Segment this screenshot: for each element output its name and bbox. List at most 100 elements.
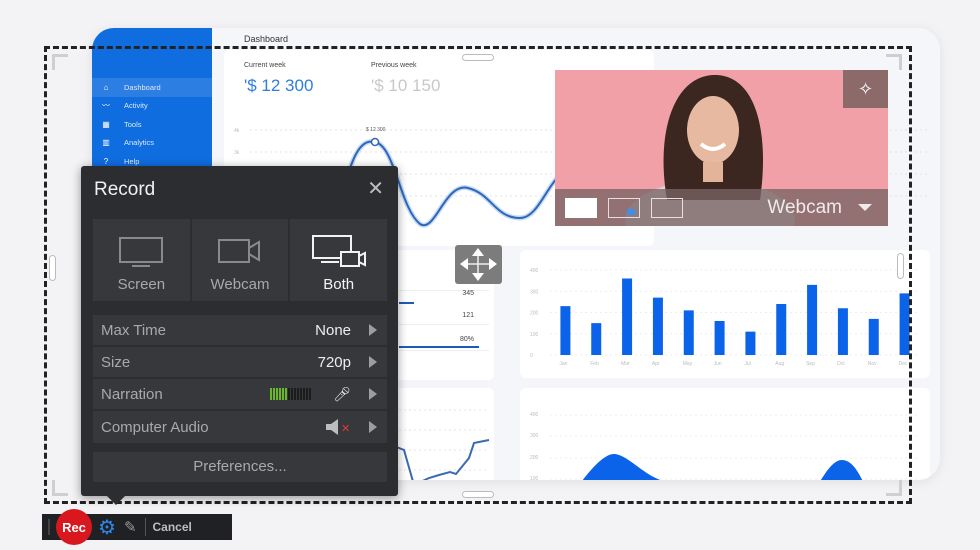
chevron-right-icon	[369, 388, 377, 400]
level-segment	[273, 388, 276, 400]
stat-value: 80%	[459, 336, 474, 343]
resize-corner-top-left[interactable]	[52, 54, 68, 70]
preferences-button[interactable]: Preferences...	[93, 452, 387, 482]
bar-feb	[591, 323, 602, 355]
stat-value: 345	[462, 290, 474, 297]
max-time-option[interactable]: Max Time None	[93, 315, 387, 345]
page-title: Dashboard	[244, 34, 289, 44]
area-series	[820, 460, 863, 480]
chevron-right-icon	[369, 324, 377, 336]
y-tick: 200	[530, 455, 539, 461]
y-tick-label: 100	[530, 332, 539, 338]
level-segment	[270, 388, 273, 400]
pencil-icon[interactable]: ✎	[124, 518, 137, 536]
resize-corner-bottom-right[interactable]	[886, 480, 902, 496]
svg-text:✕: ✕	[341, 423, 350, 435]
bar-may	[683, 310, 694, 355]
drag-grip[interactable]	[48, 519, 50, 535]
move-arrows-icon	[460, 248, 497, 281]
bar-dec	[899, 293, 910, 355]
resize-corner-bottom-left[interactable]	[52, 480, 68, 496]
x-tick-label: Mar	[621, 361, 630, 367]
webcam-preview[interactable]: ✧ Webcam	[555, 70, 888, 226]
x-tick-label: May	[683, 361, 693, 367]
chevron-right-icon	[369, 356, 377, 368]
resize-handle-top[interactable]	[462, 54, 494, 61]
record-mode-selector: Screen Webcam Both	[93, 219, 388, 301]
layout-screen-only-button[interactable]	[651, 198, 683, 218]
sidebar-item-label: Activity	[124, 101, 148, 111]
level-segment	[285, 388, 288, 400]
chevron-down-icon[interactable]	[858, 204, 872, 211]
x-tick-label: Oct	[837, 361, 845, 367]
help-icon: ?	[103, 156, 109, 166]
size-option[interactable]: Size 720p	[93, 347, 387, 377]
webcam-source-select[interactable]: Webcam	[767, 197, 842, 219]
mode-screen-button[interactable]: Screen	[93, 219, 190, 301]
narration-option[interactable]: Narration 🎤︎	[93, 379, 387, 409]
sidebar-item-activity[interactable]: 〰 Activity	[92, 97, 212, 116]
layout-webcam-only-button[interactable]	[565, 198, 597, 218]
peak-label: $ 12 300	[366, 127, 386, 133]
y-tick: 400	[530, 412, 539, 418]
y-tick: 3k	[234, 150, 240, 156]
divider	[144, 518, 146, 536]
webcam-controls-bar: Webcam	[555, 189, 888, 226]
sidebar-item-dashboard[interactable]: ⌂ Dashboard	[92, 78, 212, 97]
narration-level-meter	[270, 388, 312, 400]
bar-sep	[807, 284, 818, 355]
size-label: Size	[101, 353, 131, 371]
level-segment	[279, 388, 282, 400]
level-segment	[288, 388, 291, 400]
trend-line	[393, 439, 490, 480]
level-segment	[309, 388, 312, 400]
bar-aug	[776, 304, 787, 355]
previous-week-value: '$ 10 150	[371, 76, 441, 95]
bar-jul	[745, 331, 756, 355]
level-segment	[282, 388, 285, 400]
dialog-pointer	[107, 496, 125, 505]
gear-icon[interactable]: ⚙	[98, 515, 116, 540]
sidebar-item-label: Help	[124, 156, 140, 166]
monthly-bar-chart: 0 100 200 300 400 Jan Feb Mar Apr May Jun Jul Aug Sep…	[530, 268, 920, 367]
home-icon: ⌂	[103, 82, 109, 92]
magic-wand-icon: ✧	[857, 78, 874, 99]
max-time-value: None	[315, 321, 351, 339]
level-segment	[276, 388, 279, 400]
sidebar-item-label: Analytics	[124, 138, 155, 148]
layout-picture-in-picture-button[interactable]	[608, 198, 640, 218]
camera-icon	[218, 239, 260, 263]
computer-audio-option[interactable]: Computer Audio ✕	[93, 411, 387, 443]
y-tick: 4k	[234, 128, 240, 134]
resize-handle-left[interactable]	[49, 255, 56, 281]
mode-label: Screen	[117, 276, 166, 293]
webcam-effects-button[interactable]: ✧	[843, 70, 888, 108]
y-tick: 300	[530, 433, 539, 439]
level-segment	[300, 388, 303, 400]
narration-label: Narration	[101, 385, 163, 403]
monthly-bar-chart-panel: 0 100 200 300 400 Jan Feb Mar Apr May Jun Jul Aug Sep…	[520, 250, 930, 378]
microphone-icon: 🎤︎	[333, 385, 351, 402]
move-handle[interactable]	[455, 245, 502, 284]
cancel-button[interactable]: Cancel	[153, 520, 192, 534]
sidebar-nav: ⌂ Dashboard 〰 Activity ▦ Tools ▥ Analytics? Help	[92, 78, 212, 171]
size-value: 720p	[317, 353, 351, 371]
computer-audio-label: Computer Audio	[101, 418, 209, 436]
bar-mar	[622, 278, 633, 355]
resize-corner-top-right[interactable]	[886, 54, 902, 70]
activity-icon: 〰	[102, 101, 110, 111]
monitor-icon	[119, 237, 164, 267]
area-chart-panel: 400 300 200 100	[520, 388, 930, 480]
record-button[interactable]: Rec	[56, 509, 92, 545]
resize-handle-bottom[interactable]	[462, 491, 494, 498]
mode-both-button[interactable]: Both	[290, 219, 388, 301]
sidebar-item-analytics[interactable]: ▥ Analytics	[92, 134, 212, 153]
sidebar-item-tools[interactable]: ▦ Tools	[92, 115, 212, 134]
x-tick-label: Jan	[559, 361, 567, 367]
y-tick-label: 0	[530, 353, 533, 359]
stat-value: 121	[462, 312, 474, 319]
close-icon[interactable]: ✕	[367, 176, 384, 201]
sidebar-item-label: Tools	[124, 119, 142, 129]
mode-webcam-button[interactable]: Webcam	[191, 219, 289, 301]
resize-handle-right[interactable]	[897, 253, 904, 279]
